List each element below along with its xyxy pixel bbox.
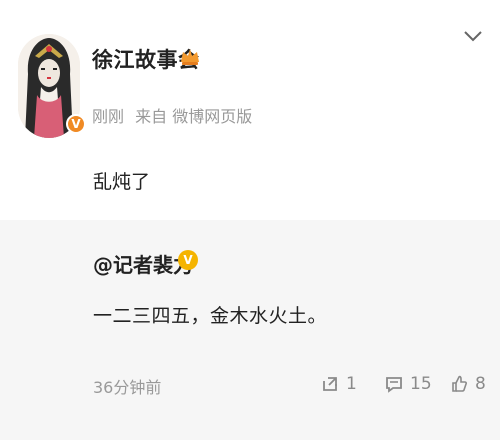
repost-text: 一二三四五，金木水火土。 <box>93 305 328 327</box>
post-time: 刚刚 <box>92 107 125 126</box>
comment-action[interactable]: 15 <box>384 370 432 398</box>
post-source: 来自 微博网页版 <box>135 107 253 126</box>
crown-icon <box>181 49 199 65</box>
comment-icon <box>386 377 402 393</box>
repost-count: 1 <box>346 374 357 394</box>
verified-badge: V <box>178 250 198 270</box>
chevron-down-icon[interactable] <box>463 29 483 43</box>
comment-count: 15 <box>410 374 432 394</box>
like-action[interactable]: 8 <box>449 370 486 398</box>
repost-icon <box>323 377 337 391</box>
post-text: 乱炖了 <box>93 171 151 193</box>
like-icon <box>452 375 467 392</box>
repost-time: 36分钟前 <box>93 378 162 397</box>
avatar[interactable]: V <box>18 34 86 138</box>
post-meta: 刚刚 来自 微博网页版 <box>92 103 258 127</box>
post-header: V 徐江故事会 刚刚 来自 微博网页版 乱炖了 <box>0 0 500 220</box>
like-count: 8 <box>475 374 486 394</box>
verified-badge: V <box>66 114 86 134</box>
repost-action[interactable]: 1 <box>320 370 357 398</box>
repost-card: @记者裴力 V 一二三四五，金木水火土。 36分钟前 1 15 8 <box>0 220 500 440</box>
